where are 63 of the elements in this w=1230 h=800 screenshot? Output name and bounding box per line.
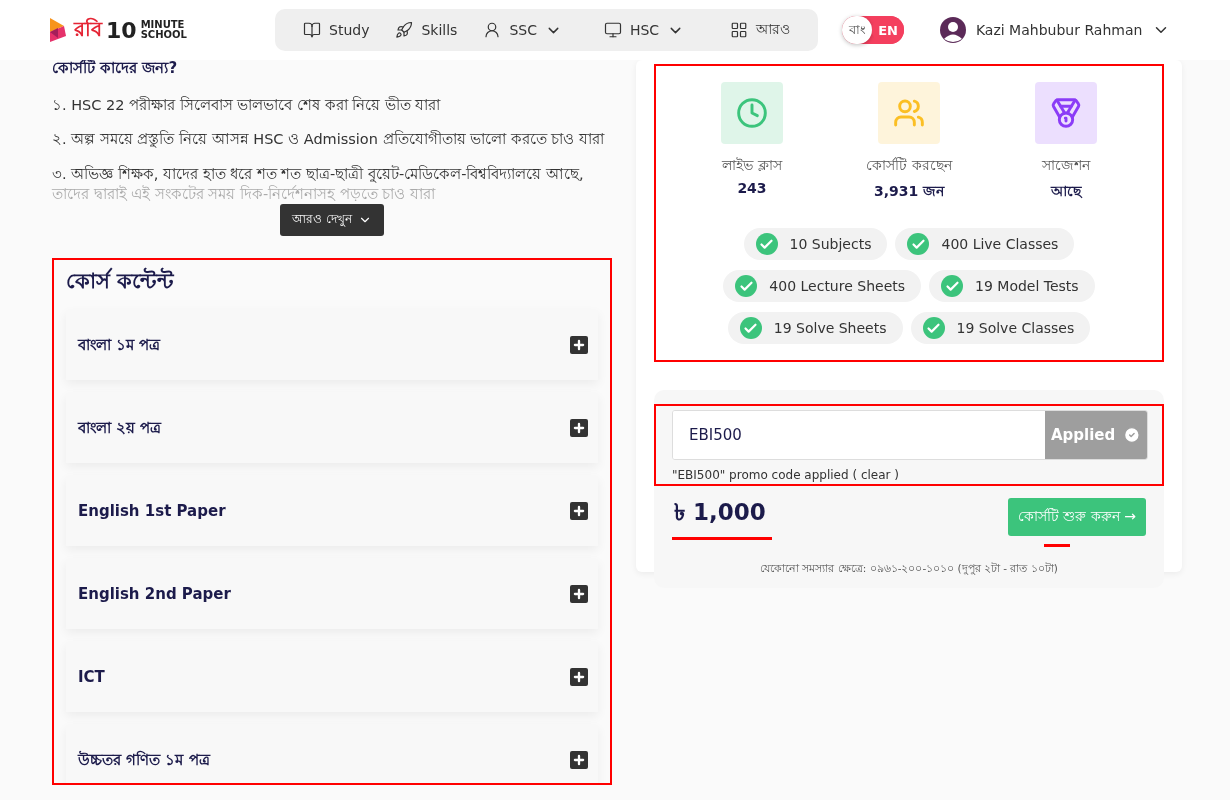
nav-link[interactable]: আরও bbox=[720, 18, 801, 42]
logo-text: SCHOOL bbox=[140, 30, 187, 40]
nav-link[interactable]: HSC bbox=[593, 21, 695, 39]
monitor-icon bbox=[603, 21, 622, 39]
feature-label: 400 Lecture Sheets bbox=[769, 278, 906, 294]
feature-label: 400 Live Classes bbox=[941, 236, 1059, 252]
audience-point: তাদের দ্বারাই এই সংকটের সময় দিক-নির্দেশনাসহ পড়তে চাও যারা bbox=[52, 184, 437, 204]
feature-label: 19 Solve Classes bbox=[956, 320, 1075, 336]
stat-value: 3,931 জন bbox=[873, 182, 945, 201]
clock-icon bbox=[736, 97, 768, 129]
feature-label: 19 Solve Sheets bbox=[773, 320, 887, 336]
accordion-item[interactable]: ICT bbox=[66, 642, 598, 713]
medal-icon bbox=[1050, 97, 1082, 129]
promo-note: "EBI500" promo code applied ( clear ) bbox=[672, 467, 900, 484]
stat-value: আছে bbox=[1051, 182, 1081, 201]
stat-label: কোর্সটি করছেন bbox=[866, 156, 952, 175]
accordion-item[interactable]: English 2nd Paper bbox=[66, 559, 598, 630]
book-icon bbox=[303, 21, 321, 39]
check-icon bbox=[922, 317, 945, 339]
see-more-button[interactable]: আরও দেখুন bbox=[280, 204, 384, 237]
logo-text: রবি bbox=[74, 15, 102, 43]
person-icon bbox=[483, 21, 502, 39]
check-icon bbox=[735, 275, 758, 297]
plus-icon bbox=[570, 336, 588, 355]
plus-icon bbox=[570, 668, 588, 687]
audience-point: ১. HSC 22 পরীক্ষার সিলেবাস ভালভাবে শেষ করা নিয়ে ভীত যারা bbox=[52, 95, 442, 115]
feature-label: 10 Subjects bbox=[789, 236, 872, 252]
plus-icon bbox=[570, 502, 588, 521]
check-icon bbox=[739, 317, 762, 339]
audience-point: ৩. অভিজ্ঞ শিক্ষক, যাদের হাত ধরে শত শত ছাত্র-ছাত্রী বুয়েট-মেডিকেল-বিশ্ববিদ্যালয়ে আছে, bbox=[52, 164, 585, 184]
nav-link[interactable]: Study bbox=[293, 21, 380, 39]
stat-label: লাইভ ক্লাস bbox=[722, 156, 782, 175]
stat-label: সাজেশন bbox=[1042, 156, 1090, 175]
accordion-item[interactable]: উচ্চতর গণিত ১ম পত্র bbox=[66, 725, 598, 784]
logo-number: 10 bbox=[106, 17, 137, 43]
section-heading: কোর্সটি কাদের জন্য? bbox=[52, 58, 179, 79]
nav-link[interactable]: SSC bbox=[473, 21, 572, 39]
underline-mark bbox=[1044, 544, 1070, 547]
section-title: কোর্স কন্টেন্ট bbox=[66, 266, 176, 296]
helpline-text: যেকোনো সমস্যার ক্ষেত্রে: ০৯৬১-২০০-১০১০ (দুপুর ২টা - রাত ১০টা) bbox=[759, 561, 1059, 577]
nav-link[interactable]: Skills bbox=[385, 21, 468, 39]
accordion-item[interactable]: বাংলা ২য় পত্র bbox=[66, 393, 598, 464]
rocket-icon bbox=[395, 21, 414, 39]
user-menu[interactable]: Kazi Mahbubur Rahman bbox=[933, 16, 1177, 44]
logo-text: MINUTE bbox=[140, 20, 186, 30]
plus-icon bbox=[570, 585, 588, 604]
feature-label: 19 Model Tests bbox=[975, 278, 1079, 294]
stat-value: 243 bbox=[737, 180, 767, 196]
avatar-icon bbox=[939, 17, 966, 43]
audience-point: ২. অল্প সময়ে প্রস্তুতি নিয়ে আসন্ন HSC ও Admission প্রতিযোগীতায় ভালো করতে চাও যারা bbox=[52, 129, 606, 150]
accordion-item[interactable]: বাংলা ১ম পত্র bbox=[66, 310, 598, 381]
language-option[interactable]: বাং bbox=[842, 16, 873, 44]
plus-icon bbox=[570, 751, 588, 770]
check-icon bbox=[907, 233, 930, 255]
plus-icon bbox=[570, 419, 588, 438]
check-icon bbox=[1123, 426, 1141, 444]
grid-icon bbox=[730, 21, 749, 39]
check-icon bbox=[941, 275, 964, 297]
check-icon bbox=[755, 233, 778, 255]
people-icon bbox=[893, 97, 925, 129]
price: ৳ 1,000 bbox=[672, 494, 772, 540]
accordion-item[interactable]: English 1st Paper bbox=[66, 476, 598, 547]
promo-field[interactable]: EBI500 Applied bbox=[672, 410, 1148, 460]
